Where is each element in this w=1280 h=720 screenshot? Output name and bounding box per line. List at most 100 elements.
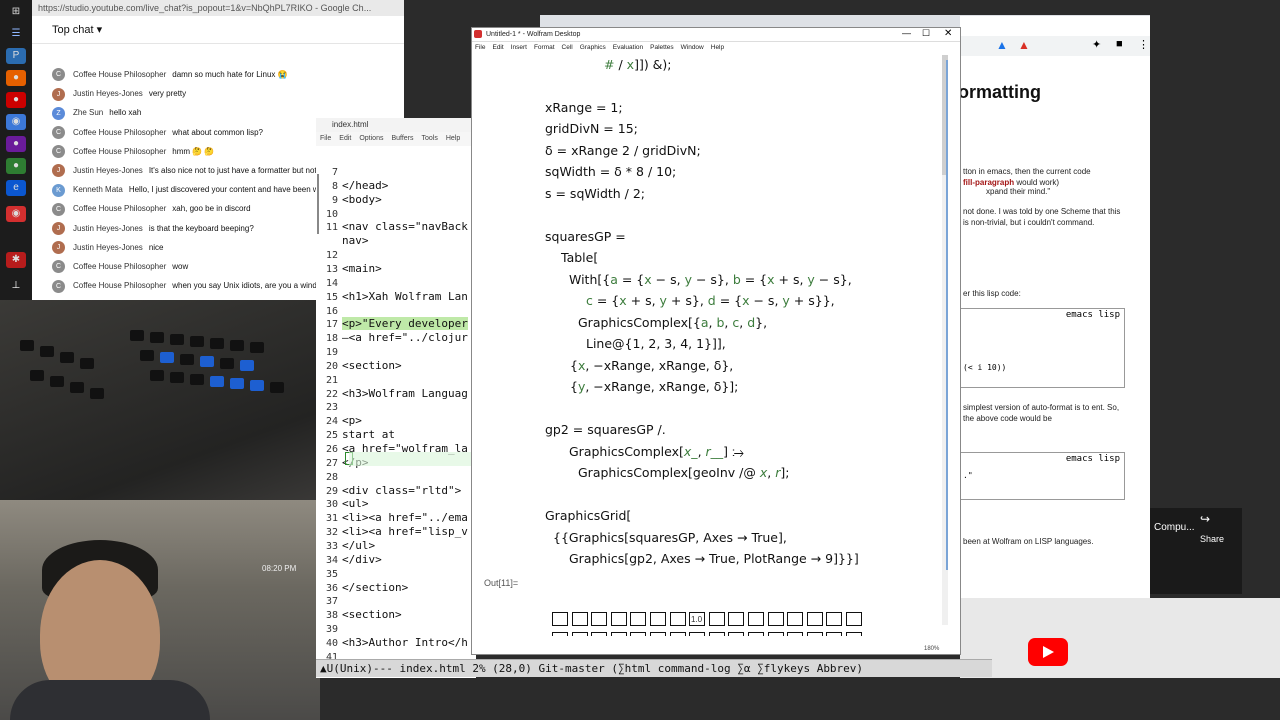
- app-red-icon[interactable]: ●: [6, 92, 26, 108]
- chat-author[interactable]: Coffee House Philosopher: [73, 128, 166, 137]
- avatar[interactable]: C: [52, 68, 65, 82]
- share-icon[interactable]: ↪: [1200, 512, 1210, 526]
- app-green-icon[interactable]: ●: [6, 158, 26, 174]
- zoom-level[interactable]: 180%: [924, 646, 939, 652]
- editor-line[interactable]: 15 <h1>Xah Wolfram Lan: [316, 290, 476, 304]
- youtube-card[interactable]: Compu... ↪ Share: [1150, 508, 1242, 594]
- close-icon[interactable]: ✕: [944, 28, 952, 39]
- acrobat-icon[interactable]: ▲: [1018, 38, 1030, 52]
- wolfram-menu-item[interactable]: Graphics: [580, 44, 606, 51]
- wolfram-menu-item[interactable]: Cell: [562, 44, 573, 51]
- drive-icon[interactable]: ▲: [996, 38, 1008, 52]
- editor-line[interactable]: 37: [316, 594, 476, 608]
- pin-icon[interactable]: ⊥: [6, 278, 26, 294]
- editor-line[interactable]: 17 <p>"Every developer: [316, 317, 476, 331]
- maximize-icon[interactable]: ☐: [922, 28, 930, 39]
- editor-line[interactable]: 32 <li><a href="lisp_v: [316, 525, 476, 539]
- editor-line[interactable]: 10: [316, 207, 476, 221]
- editor-line[interactable]: 18 —<a href="../clojur: [316, 331, 476, 345]
- avatar[interactable]: J: [52, 221, 65, 235]
- editor-line[interactable]: 38 <section>: [316, 608, 476, 622]
- app-purple-icon[interactable]: ●: [6, 136, 26, 152]
- chat-author[interactable]: Justin Heyes-Jones: [73, 166, 143, 175]
- menu-icon[interactable]: ⋮: [1138, 38, 1149, 51]
- firefox-icon[interactable]: ●: [6, 70, 26, 86]
- avatar[interactable]: C: [52, 125, 65, 139]
- youtube-play-icon[interactable]: [1028, 638, 1068, 666]
- app-red2-icon[interactable]: ◉: [6, 206, 26, 222]
- chat-author[interactable]: Coffee House Philosopher: [73, 204, 166, 213]
- avatar[interactable]: J: [52, 241, 65, 255]
- chat-url-bar[interactable]: https://studio.youtube.com/live_chat?is_…: [32, 0, 404, 16]
- editor-line[interactable]: 33 </ul>: [316, 539, 476, 553]
- editor-line[interactable]: 20 <section>: [316, 359, 476, 373]
- extensions-icon[interactable]: ✦: [1092, 38, 1101, 51]
- avatar[interactable]: K: [52, 183, 65, 197]
- chat-author[interactable]: Kenneth Mata: [73, 185, 123, 194]
- editor-line[interactable]: 24 <p>: [316, 414, 476, 428]
- emacs-menu-item[interactable]: Help: [446, 135, 460, 142]
- avatar[interactable]: C: [52, 279, 65, 293]
- wolfram-menu-item[interactable]: Evaluation: [613, 44, 643, 51]
- chat-author[interactable]: Justin Heyes-Jones: [73, 243, 143, 252]
- editor-line[interactable]: 11 <nav class="navBack: [316, 220, 476, 234]
- wolfram-menu-item[interactable]: File: [475, 44, 485, 51]
- avatar[interactable]: J: [52, 164, 65, 178]
- editor-line[interactable]: 31 <li><a href="../ema: [316, 511, 476, 525]
- editor-line[interactable]: 23: [316, 400, 476, 414]
- edge-icon[interactable]: e: [6, 180, 26, 196]
- wolfram-menu-item[interactable]: Window: [681, 44, 704, 51]
- chat-author[interactable]: Coffee House Philosopher: [73, 147, 166, 156]
- chat-author[interactable]: Coffee House Philosopher: [73, 281, 166, 290]
- editor-line[interactable]: 34 </div>: [316, 553, 476, 567]
- avatar[interactable]: C: [52, 145, 65, 159]
- editor-line[interactable]: 19: [316, 345, 476, 359]
- wolfram-menu-item[interactable]: Palettes: [650, 44, 674, 51]
- avatar[interactable]: C: [52, 202, 65, 216]
- minimize-icon[interactable]: —: [902, 28, 911, 38]
- emacs-menu-item[interactable]: Edit: [339, 135, 351, 142]
- wolfram-menu-item[interactable]: Insert: [511, 44, 527, 51]
- editor-line[interactable]: 28: [316, 470, 476, 484]
- editor-line[interactable]: 12: [316, 248, 476, 262]
- profile-icon[interactable]: ■: [1116, 38, 1123, 50]
- chat-author[interactable]: Coffee House Philosopher: [73, 262, 166, 271]
- emacs-menu-item[interactable]: Options: [359, 135, 383, 142]
- chat-author[interactable]: Justin Heyes-Jones: [73, 224, 143, 233]
- editor-line[interactable]: 21: [316, 373, 476, 387]
- editor-line[interactable]: 36 </section>: [316, 581, 476, 595]
- editor-line[interactable]: 35: [316, 567, 476, 581]
- wolfram-menu-item[interactable]: Edit: [492, 44, 503, 51]
- editor-line[interactable]: 30 <ul>: [316, 497, 476, 511]
- editor-line[interactable]: 7: [316, 165, 476, 179]
- avatar[interactable]: Z: [52, 106, 65, 120]
- editor-line[interactable]: 22 <h3>Wolfram Languag: [316, 387, 476, 401]
- editor-line[interactable]: nav>: [316, 234, 476, 248]
- chrome-icon[interactable]: ◉: [6, 114, 26, 130]
- emacs-menu-item[interactable]: File: [320, 135, 331, 142]
- avatar[interactable]: J: [52, 87, 65, 101]
- start-icon[interactable]: ⊞: [6, 4, 26, 20]
- editor-line[interactable]: 40 <h3>Author Intro</h: [316, 636, 476, 650]
- chat-author[interactable]: Justin Heyes-Jones: [73, 89, 143, 98]
- editor-line[interactable]: 25 start at: [316, 428, 476, 442]
- editor-line[interactable]: 14: [316, 276, 476, 290]
- wolfram-icon[interactable]: ✱: [6, 252, 26, 268]
- cell-bracket[interactable]: [946, 60, 948, 570]
- terminal-icon[interactable]: P: [6, 48, 26, 64]
- emacs-menu-item[interactable]: Buffers: [391, 135, 413, 142]
- emacs-menu-item[interactable]: Tools: [422, 135, 438, 142]
- editor-line[interactable]: 8 </head>: [316, 179, 476, 193]
- chat-author[interactable]: Coffee House Philosopher: [73, 70, 166, 79]
- avatar[interactable]: C: [52, 260, 65, 274]
- editor-line[interactable]: 13 <main>: [316, 262, 476, 276]
- wolfram-menu-item[interactable]: Help: [711, 44, 724, 51]
- wolfram-menu-item[interactable]: Format: [534, 44, 555, 51]
- app-icon[interactable]: ☰: [6, 26, 26, 42]
- editor-line[interactable]: 39: [316, 622, 476, 636]
- chat-author[interactable]: Zhe Sun: [73, 108, 103, 117]
- editor-line[interactable]: 16: [316, 304, 476, 318]
- editor-line[interactable]: 29 <div class="rltd">: [316, 484, 476, 498]
- editor-line[interactable]: 9 <body>: [316, 193, 476, 207]
- top-chat-selector[interactable]: Top chat ▾: [32, 16, 404, 44]
